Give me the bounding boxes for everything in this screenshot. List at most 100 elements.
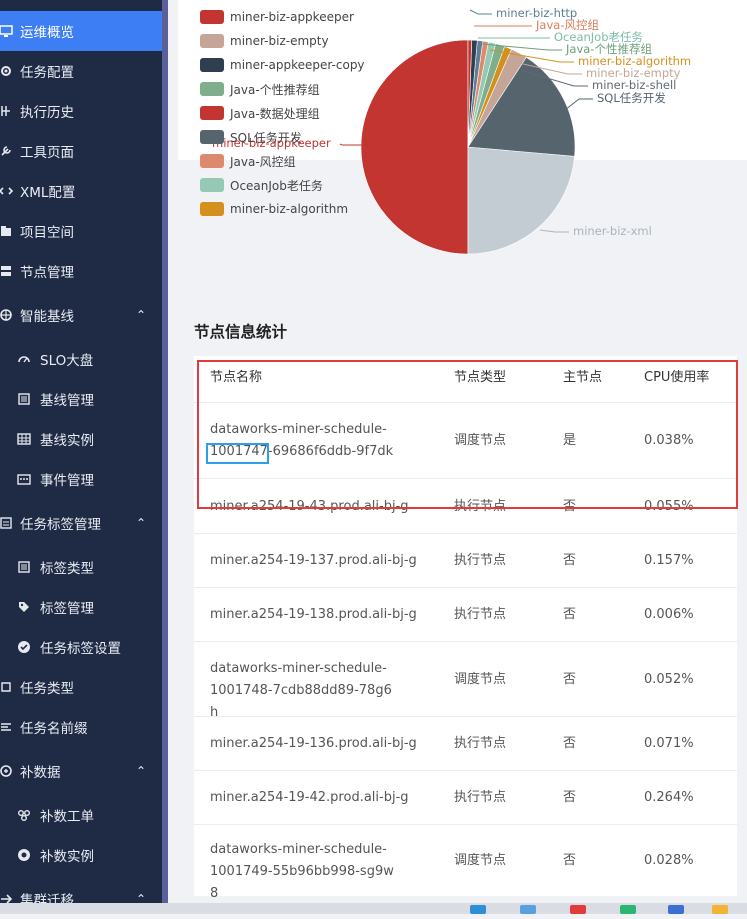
cell-master: 否 (563, 790, 577, 805)
cell-type: 执行节点 (454, 736, 507, 751)
taskbar-app-icon[interactable] (520, 905, 536, 914)
nav-item[interactable]: 标签管理 (0, 587, 162, 627)
legend-swatch (200, 202, 224, 216)
nav-item[interactable]: 节点管理 (0, 251, 162, 291)
taskbar-app-icon[interactable] (668, 905, 684, 914)
cell-cpu: 0.052% (644, 671, 694, 687)
taskbar-app-icon[interactable] (470, 905, 486, 914)
cell-master: 否 (563, 853, 577, 868)
legend-item[interactable]: miner-appkeeper-copy (200, 57, 365, 73)
legend-item[interactable]: miner-biz-empty (200, 33, 329, 49)
cell-type: 执行节点 (454, 553, 507, 568)
legend-swatch (200, 154, 224, 168)
cell-type: 调度节点 (454, 853, 507, 868)
pie-callout-label: miner-biz-shell (592, 78, 676, 92)
check-circle-icon (16, 639, 32, 655)
nav-item-label: 执行历史 (20, 105, 74, 121)
nav-item[interactable]: 基线管理 (0, 379, 162, 419)
nav-item[interactable]: 运维概览 (0, 11, 162, 51)
nav-item-label: XML配置 (20, 185, 76, 201)
legend-item[interactable]: SQL任务开发 (200, 129, 302, 145)
cell-type: 执行节点 (454, 498, 507, 514)
nav-item[interactable]: 工具页面 (0, 131, 162, 171)
legend-item[interactable]: Java-个性推荐组 (200, 81, 320, 97)
legend-swatch (200, 10, 224, 24)
legend-swatch (200, 34, 224, 48)
nav-item[interactable]: SLO大盘 (0, 339, 162, 379)
nav-item-label: 节点管理 (20, 265, 74, 281)
legend-swatch (200, 178, 224, 192)
nav-item-label: 基线实例 (40, 433, 94, 449)
nav-item[interactable]: 任务类型 (0, 667, 162, 707)
cell-name: dataworks-miner-schedule-1001749-55b96bb… (210, 842, 394, 901)
node-icon (0, 263, 14, 279)
legend-item[interactable]: Java-风控组 (200, 153, 296, 169)
nav-item[interactable]: 补数实例 (0, 835, 162, 875)
nav-item[interactable]: 任务标签设置 (0, 627, 162, 667)
legend-swatch (200, 58, 224, 72)
cell-type: 调度节点 (454, 433, 507, 448)
cell-cpu: 0.006% (644, 607, 694, 622)
node-stats-table: 节点名称 节点类型 主节点 CPU使用率 dataworks-miner-sch… (194, 356, 737, 901)
table-row[interactable]: miner.a254-19-138.prod.ali-bj-g 执行节点 否 0.00… (194, 587, 737, 641)
table-row[interactable]: dataworks-miner-schedule-1001747-69686f6… (194, 402, 737, 478)
nav-item[interactable]: 任务配置 (0, 51, 162, 91)
legend-label: OceanJob老任务 (230, 178, 323, 193)
chevron-up-icon[interactable]: ⌃ (136, 516, 146, 530)
nav-item-label: 标签类型 (40, 561, 94, 577)
table-row[interactable]: miner.a254-19-136.prod.ali-bj-g 执行节点 否 0.07… (194, 716, 737, 770)
legend-label: miner-biz-empty (230, 34, 329, 48)
nav-item-label: 项目空间 (20, 225, 74, 241)
nav-item[interactable]: 任务标签管理 ⌃ (0, 503, 162, 543)
cell-name: miner.a254-19-42.prod.ali-bj-g (210, 790, 409, 805)
list-icon (16, 391, 32, 407)
column-header-name: 节点名称 (210, 370, 263, 385)
legend-label: Java-风控组 (230, 154, 296, 169)
nav-item[interactable]: 标签类型 (0, 547, 162, 587)
nav-item[interactable]: 执行历史 (0, 91, 162, 131)
chevron-up-icon[interactable]: ⌃ (136, 308, 146, 322)
nav-item-label: 智能基线 (20, 309, 74, 325)
settings-icon (0, 63, 14, 79)
cell-cpu: 0.264% (644, 790, 694, 805)
nav-item[interactable]: 智能基线 ⌃ (0, 295, 162, 335)
nav-item-label: 任务标签管理 (20, 517, 101, 533)
order-icon (16, 807, 32, 823)
nav-item[interactable]: 基线实例 (0, 419, 162, 459)
table-row[interactable]: dataworks-miner-schedule-1001749-55b96bb… (194, 824, 737, 901)
tag-group-icon (0, 515, 14, 531)
chevron-up-icon[interactable]: ⌃ (136, 764, 146, 778)
column-header-type: 节点类型 (454, 370, 507, 385)
column-header-cpu: CPU使用率 (644, 370, 710, 385)
nav-item[interactable]: 任务名前缀 (0, 707, 162, 747)
pie-slice[interactable] (360, 39, 469, 255)
legend-label: miner-biz-appkeeper (230, 10, 354, 24)
legend-item[interactable]: OceanJob老任务 (200, 177, 323, 193)
history-icon (0, 103, 14, 119)
list-icon (16, 559, 32, 575)
taskbar-app-icon[interactable] (620, 905, 636, 914)
pie-callout-label: miner-biz-xml (573, 224, 652, 238)
table-row[interactable]: miner.a254-19-43.prod.ali-bj-g 执行节点 否 0.055… (194, 478, 737, 533)
nav-item[interactable]: 事件管理 (0, 459, 162, 499)
cell-name: dataworks-miner-schedule-1001747-69686f6… (210, 422, 394, 459)
taskbar-app-icon[interactable] (570, 905, 586, 914)
legend-item[interactable]: Java-数据处理组 (200, 105, 320, 121)
dashboard-icon (16, 351, 32, 367)
type-icon (0, 679, 14, 695)
taskbar-app-icon[interactable] (712, 905, 728, 914)
nav-item[interactable]: XML配置 (0, 171, 162, 211)
legend-label: miner-appkeeper-copy (230, 58, 365, 72)
legend-label: Java-个性推荐组 (230, 82, 320, 97)
legend-item[interactable]: miner-biz-appkeeper (200, 9, 354, 25)
nav-item[interactable]: 补数据 ⌃ (0, 751, 162, 791)
table-row[interactable]: miner.a254-19-137.prod.ali-bj-g 执行节点 否 0.15… (194, 533, 737, 587)
legend-item[interactable]: miner-biz-algorithm (200, 201, 348, 217)
table-row[interactable]: miner.a254-19-42.prod.ali-bj-g 执行节点 否 0.264… (194, 770, 737, 824)
folder-icon (0, 223, 14, 239)
nav-item[interactable]: 项目空间 (0, 211, 162, 251)
pie-slice[interactable] (467, 146, 575, 255)
nav-item[interactable]: 补数工单 (0, 795, 162, 835)
table-row[interactable]: dataworks-miner-schedule-1001748-7cdb88d… (194, 641, 737, 720)
nav-item-label: SLO大盘 (40, 353, 94, 369)
